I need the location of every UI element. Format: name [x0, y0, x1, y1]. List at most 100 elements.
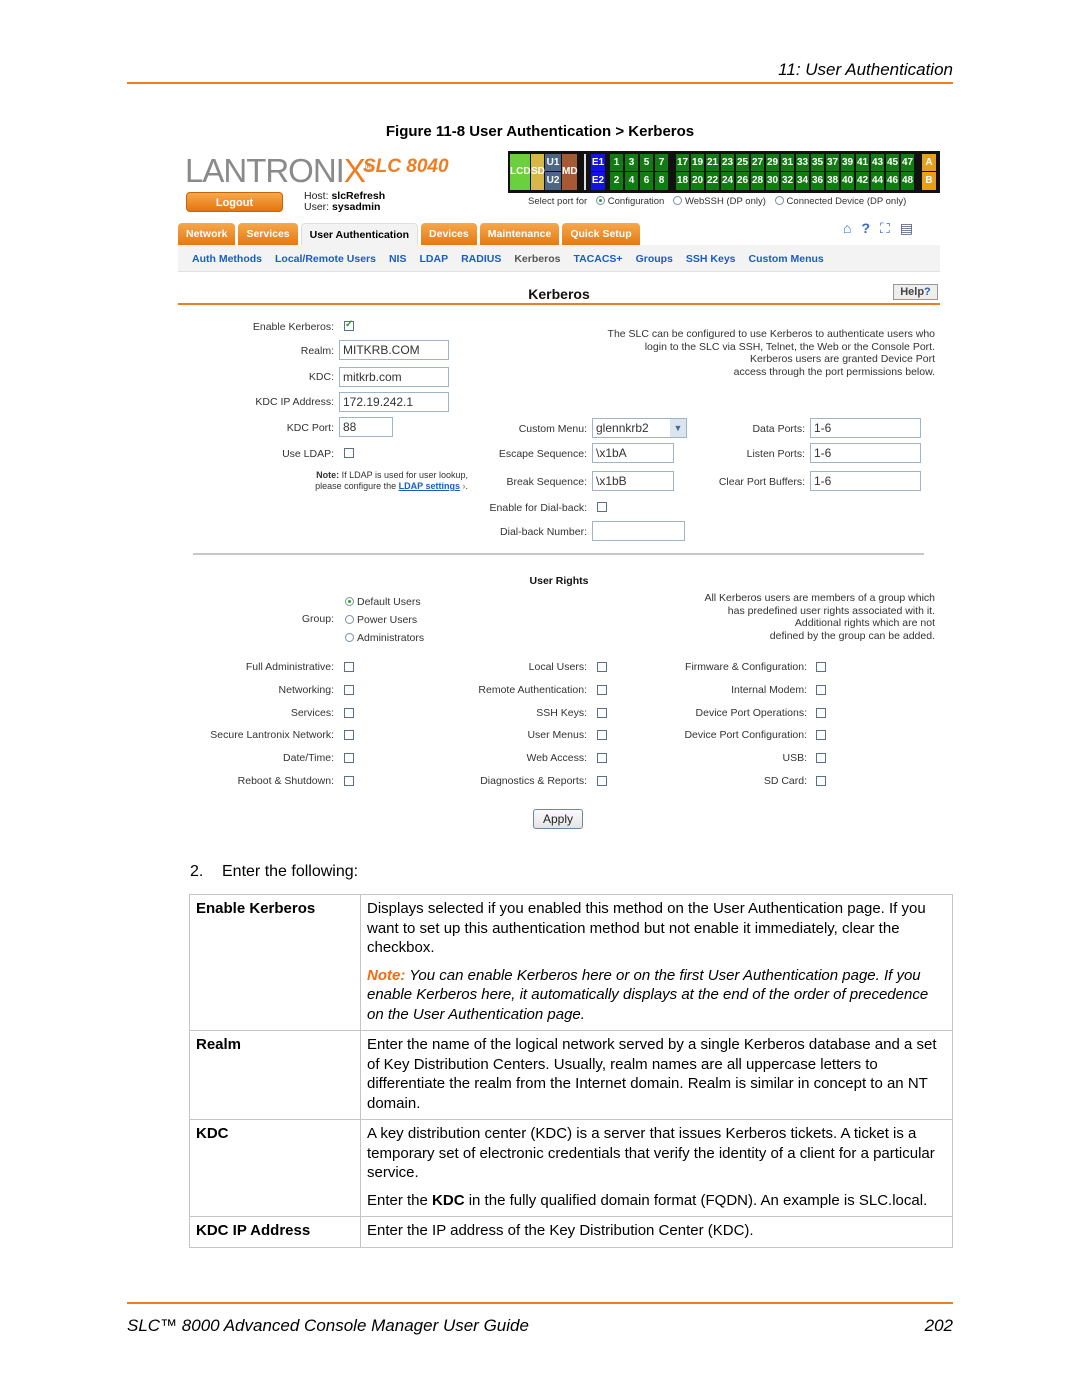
help-icon[interactable]: ? [861, 220, 870, 237]
port-19[interactable]: 19 [691, 154, 704, 171]
right-remote-authentication-checkbox[interactable] [597, 684, 607, 695]
port-u2[interactable]: U2 [545, 172, 561, 190]
dialback-checkbox[interactable] [597, 502, 607, 512]
port-20[interactable]: 20 [691, 172, 704, 190]
port-18[interactable]: 18 [676, 172, 689, 190]
port-37[interactable]: 37 [826, 154, 839, 171]
group-power-users[interactable]: Power Users [339, 614, 417, 626]
port-27[interactable]: 27 [751, 154, 764, 171]
right-web-access-checkbox[interactable] [597, 753, 607, 764]
port-34[interactable]: 34 [796, 172, 809, 190]
radio-administrators[interactable] [345, 633, 354, 642]
port-29[interactable]: 29 [766, 154, 779, 171]
right-internal-modem-checkbox[interactable] [816, 684, 826, 695]
port-21[interactable]: 21 [706, 154, 719, 171]
tab-maintenance[interactable]: Maintenance [479, 223, 560, 245]
port-45[interactable]: 45 [886, 154, 899, 171]
port-b[interactable]: B [922, 172, 936, 190]
right-user-menus-checkbox[interactable] [597, 730, 607, 741]
tab-services[interactable]: Services [238, 223, 298, 245]
group-administrators[interactable]: Administrators [339, 632, 424, 644]
subnav-nis[interactable]: NIS [389, 253, 407, 265]
break-sequence-input[interactable]: \x1bB [592, 471, 674, 491]
enable-kerberos-checkbox[interactable] [344, 319, 354, 331]
listen-ports-input[interactable]: 1-6 [810, 443, 921, 463]
log-icon[interactable]: ▤ [900, 220, 913, 237]
group-default-users[interactable]: Default Users [339, 596, 421, 608]
right-date-time-checkbox[interactable] [344, 753, 354, 764]
radio-power-users[interactable] [345, 615, 354, 624]
right-device-port-configuration-checkbox[interactable] [816, 730, 826, 741]
port-25[interactable]: 25 [736, 154, 749, 171]
port-24[interactable]: 24 [721, 172, 734, 190]
port-38[interactable]: 38 [826, 172, 839, 190]
sitemap-icon[interactable]: ⛶ [880, 220, 890, 237]
port-8[interactable]: 8 [655, 172, 668, 190]
port-3[interactable]: 3 [625, 154, 638, 171]
port-lcd[interactable]: LCD [510, 154, 531, 190]
subnav-local-remote-users[interactable]: Local/Remote Users [275, 253, 376, 265]
port-5[interactable]: 5 [640, 154, 653, 171]
right-ssh-keys-checkbox[interactable] [597, 707, 607, 718]
clear-port-buffers-input[interactable]: 1-6 [810, 471, 921, 491]
port-md[interactable]: MD [562, 154, 578, 190]
port-48[interactable]: 48 [901, 172, 914, 190]
port-4[interactable]: 4 [625, 172, 638, 190]
port-6[interactable]: 6 [640, 172, 653, 190]
port-u1[interactable]: U1 [545, 154, 561, 171]
port-43[interactable]: 43 [871, 154, 884, 171]
tab-quick-setup[interactable]: Quick Setup [562, 223, 640, 245]
port-7[interactable]: 7 [655, 154, 668, 171]
port-40[interactable]: 40 [841, 172, 854, 190]
port-42[interactable]: 42 [856, 172, 869, 190]
right-usb-checkbox[interactable] [816, 753, 826, 764]
port-33[interactable]: 33 [796, 154, 809, 171]
logout-button[interactable]: Logout [186, 192, 283, 212]
data-ports-input[interactable]: 1-6 [810, 418, 921, 438]
radio-webssh[interactable] [672, 196, 682, 205]
port-e1[interactable]: E1 [591, 154, 605, 171]
right-reboot-shutdown-checkbox[interactable] [344, 776, 354, 786]
tab-user-authentication[interactable]: User Authentication [300, 223, 419, 245]
right-sd-card-checkbox[interactable] [816, 776, 826, 786]
port-17[interactable]: 17 [676, 154, 689, 171]
right-secure-lantronix-network-checkbox[interactable] [344, 730, 354, 741]
subnav-tacacs[interactable]: TACACS+ [573, 253, 622, 265]
radio-connected-device[interactable] [774, 196, 784, 205]
port-sd[interactable]: SD [531, 154, 545, 190]
port-28[interactable]: 28 [751, 172, 764, 190]
right-networking-checkbox[interactable] [344, 684, 354, 695]
port-47[interactable]: 47 [901, 154, 914, 171]
right-diagnostics-reports-checkbox[interactable] [597, 776, 607, 786]
kdc-ip-input[interactable]: 172.19.242.1 [339, 392, 449, 412]
port-23[interactable]: 23 [721, 154, 734, 171]
right-firmware-configuration-checkbox[interactable] [816, 662, 826, 672]
right-full-administrative-checkbox[interactable] [344, 662, 354, 672]
port-e2[interactable]: E2 [591, 172, 605, 190]
port-36[interactable]: 36 [811, 172, 824, 190]
tab-devices[interactable]: Devices [421, 223, 477, 245]
custom-menu-select[interactable]: glennkrb2 ▼ [592, 418, 687, 438]
port-31[interactable]: 31 [781, 154, 794, 171]
dialback-number-input[interactable] [592, 521, 685, 541]
radio-configuration[interactable] [595, 196, 605, 205]
help-button[interactable]: Help? [893, 284, 938, 300]
subnav-groups[interactable]: Groups [636, 253, 673, 265]
subnav-kerberos[interactable]: Kerberos [514, 253, 560, 265]
port-44[interactable]: 44 [871, 172, 884, 190]
port-30[interactable]: 30 [766, 172, 779, 190]
right-services-checkbox[interactable] [344, 707, 354, 718]
port-22[interactable]: 22 [706, 172, 719, 190]
use-ldap-checkbox[interactable] [344, 448, 354, 458]
kdc-input[interactable]: mitkrb.com [339, 367, 449, 387]
subnav-radius[interactable]: RADIUS [461, 253, 501, 265]
subnav-custom-menus[interactable]: Custom Menus [749, 253, 824, 265]
port-35[interactable]: 35 [811, 154, 824, 171]
port-46[interactable]: 46 [886, 172, 899, 190]
port-41[interactable]: 41 [856, 154, 869, 171]
subnav-auth-methods[interactable]: Auth Methods [192, 253, 262, 265]
subnav-ldap[interactable]: LDAP [419, 253, 448, 265]
port-a[interactable]: A [922, 154, 936, 171]
realm-input[interactable]: MITKRB.COM [339, 340, 449, 360]
tab-network[interactable]: Network [178, 223, 236, 245]
